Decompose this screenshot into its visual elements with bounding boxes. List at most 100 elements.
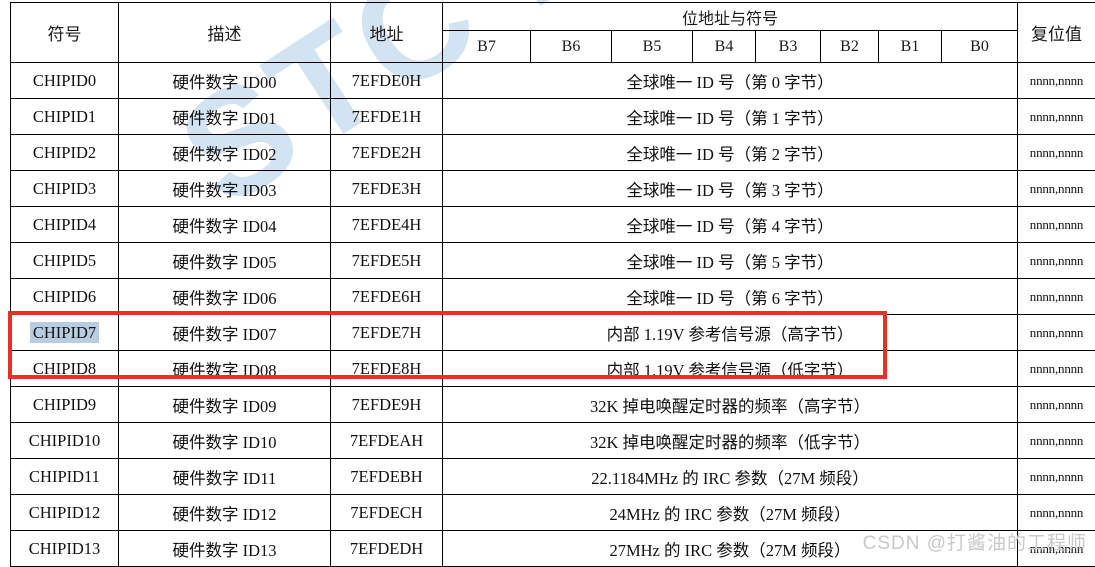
cell-symbol[interactable]: CHIPID2 <box>11 135 119 171</box>
cell-bit-description[interactable]: 全球唯一 ID 号（第 3 字节） <box>443 171 1018 207</box>
cell-bit-description[interactable]: 32K 掉电唤醒定时器的频率（高字节） <box>443 387 1018 423</box>
table-row[interactable]: CHIPID4硬件数字 ID047EFDE4H全球唯一 ID 号（第 4 字节）… <box>11 207 1095 243</box>
cell-symbol[interactable]: CHIPID7 <box>11 315 119 351</box>
cell-bit-description[interactable]: 27MHz 的 IRC 参数（27M 频段） <box>443 531 1018 567</box>
cell-address[interactable]: 7EFDE5H <box>331 243 443 279</box>
cell-reset-value[interactable]: nnnn,nnnn <box>1018 423 1095 459</box>
cell-address[interactable]: 7EFDE7H <box>331 315 443 351</box>
column-header-description: 描述 <box>119 3 331 63</box>
table-row[interactable]: CHIPID11硬件数字 ID117EFDEBH22.1184MHz 的 IRC… <box>11 459 1095 495</box>
table-row[interactable]: CHIPID3硬件数字 ID037EFDE3H全球唯一 ID 号（第 3 字节）… <box>11 171 1095 207</box>
cell-reset-value[interactable]: nnnn,nnnn <box>1018 207 1095 243</box>
column-header-symbol: 符号 <box>11 3 119 63</box>
cell-symbol[interactable]: CHIPID5 <box>11 243 119 279</box>
table-row[interactable]: CHIPID5硬件数字 ID057EFDE5H全球唯一 ID 号（第 5 字节）… <box>11 243 1095 279</box>
cell-description[interactable]: 硬件数字 ID00 <box>119 63 331 99</box>
cell-bit-description[interactable]: 全球唯一 ID 号（第 5 字节） <box>443 243 1018 279</box>
cell-reset-value[interactable]: nnnn,nnnn <box>1018 279 1095 315</box>
cell-symbol[interactable]: CHIPID9 <box>11 387 119 423</box>
cell-reset-value[interactable]: nnnn,nnnn <box>1018 171 1095 207</box>
cell-reset-value[interactable]: nnnn,nnnn <box>1018 387 1095 423</box>
cell-reset-value[interactable]: nnnn,nnnn <box>1018 99 1095 135</box>
cell-address[interactable]: 7EFDECH <box>331 495 443 531</box>
cell-bit-description[interactable]: 全球唯一 ID 号（第 2 字节） <box>443 135 1018 171</box>
cell-bit-description[interactable]: 全球唯一 ID 号（第 1 字节） <box>443 99 1018 135</box>
table-row[interactable]: CHIPID9硬件数字 ID097EFDE9H32K 掉电唤醒定时器的频率（高字… <box>11 387 1095 423</box>
column-header-bit-b4: B4 <box>693 31 756 63</box>
table-row[interactable]: CHIPID0硬件数字 ID007EFDE0H全球唯一 ID 号（第 0 字节）… <box>11 63 1095 99</box>
cell-reset-value[interactable]: nnnn,nnnn <box>1018 495 1095 531</box>
table-header-row-top: 符号 描述 地址 位地址与符号 复位值 <box>11 3 1095 31</box>
cell-reset-value[interactable]: nnnn,nnnn <box>1018 459 1095 495</box>
cell-address[interactable]: 7EFDEBH <box>331 459 443 495</box>
cell-description[interactable]: 硬件数字 ID02 <box>119 135 331 171</box>
cell-symbol[interactable]: CHIPID0 <box>11 63 119 99</box>
cell-bit-description[interactable]: 全球唯一 ID 号（第 4 字节） <box>443 207 1018 243</box>
register-table-container: 符号 描述 地址 位地址与符号 复位值 B7 B6 B5 B4 B3 B2 B1… <box>10 2 1085 567</box>
cell-description[interactable]: 硬件数字 ID10 <box>119 423 331 459</box>
cell-symbol[interactable]: CHIPID12 <box>11 495 119 531</box>
cell-symbol[interactable]: CHIPID13 <box>11 531 119 567</box>
cell-symbol[interactable]: CHIPID11 <box>11 459 119 495</box>
table-header: 符号 描述 地址 位地址与符号 复位值 B7 B6 B5 B4 B3 B2 B1… <box>11 3 1095 63</box>
cell-bit-description[interactable]: 全球唯一 ID 号（第 6 字节） <box>443 279 1018 315</box>
cell-description[interactable]: 硬件数字 ID08 <box>119 351 331 387</box>
cell-bit-description[interactable]: 内部 1.19V 参考信号源（高字节） <box>443 315 1018 351</box>
cell-reset-value[interactable]: nnnn,nnnn <box>1018 351 1095 387</box>
cell-reset-value[interactable]: nnnn,nnnn <box>1018 315 1095 351</box>
cell-address[interactable]: 7EFDEAH <box>331 423 443 459</box>
table-row[interactable]: CHIPID7硬件数字 ID077EFDE7H内部 1.19V 参考信号源（高字… <box>11 315 1095 351</box>
cell-bit-description[interactable]: 内部 1.19V 参考信号源（低字节） <box>443 351 1018 387</box>
cell-address[interactable]: 7EFDE1H <box>331 99 443 135</box>
cell-description[interactable]: 硬件数字 ID11 <box>119 459 331 495</box>
column-header-bit-b2: B2 <box>821 31 879 63</box>
cell-bit-description[interactable]: 32K 掉电唤醒定时器的频率（低字节） <box>443 423 1018 459</box>
cell-bit-description[interactable]: 全球唯一 ID 号（第 0 字节） <box>443 63 1018 99</box>
table-row[interactable]: CHIPID2硬件数字 ID027EFDE2H全球唯一 ID 号（第 2 字节）… <box>11 135 1095 171</box>
table-row[interactable]: CHIPID8硬件数字 ID087EFDE8H内部 1.19V 参考信号源（低字… <box>11 351 1095 387</box>
cell-address[interactable]: 7EFDE0H <box>331 63 443 99</box>
cell-description[interactable]: 硬件数字 ID04 <box>119 207 331 243</box>
column-header-bit-b7: B7 <box>443 31 531 63</box>
table-row[interactable]: CHIPID10硬件数字 ID107EFDEAH32K 掉电唤醒定时器的频率（低… <box>11 423 1095 459</box>
cell-reset-value[interactable]: nnnn,nnnn <box>1018 243 1095 279</box>
table-row[interactable]: CHIPID6硬件数字 ID067EFDE6H全球唯一 ID 号（第 6 字节）… <box>11 279 1095 315</box>
table-row[interactable]: CHIPID13硬件数字 ID137EFDEDH27MHz 的 IRC 参数（2… <box>11 531 1095 567</box>
column-header-bit-b6: B6 <box>531 31 612 63</box>
cell-description[interactable]: 硬件数字 ID01 <box>119 99 331 135</box>
cell-description[interactable]: 硬件数字 ID05 <box>119 243 331 279</box>
cell-symbol[interactable]: CHIPID3 <box>11 171 119 207</box>
cell-description[interactable]: 硬件数字 ID13 <box>119 531 331 567</box>
cell-address[interactable]: 7EFDE3H <box>331 171 443 207</box>
cell-address[interactable]: 7EFDE6H <box>331 279 443 315</box>
cell-description[interactable]: 硬件数字 ID03 <box>119 171 331 207</box>
cell-symbol[interactable]: CHIPID4 <box>11 207 119 243</box>
cell-address[interactable]: 7EFDE9H <box>331 387 443 423</box>
cell-description[interactable]: 硬件数字 ID12 <box>119 495 331 531</box>
column-header-reset-value: 复位值 <box>1018 3 1095 63</box>
cell-reset-value[interactable]: nnnn,nnnn <box>1018 63 1095 99</box>
column-header-bit-group: 位地址与符号 <box>443 3 1018 31</box>
cell-description[interactable]: 硬件数字 ID09 <box>119 387 331 423</box>
cell-bit-description[interactable]: 24MHz 的 IRC 参数（27M 频段） <box>443 495 1018 531</box>
table-row[interactable]: CHIPID1硬件数字 ID017EFDE1H全球唯一 ID 号（第 1 字节）… <box>11 99 1095 135</box>
cell-symbol[interactable]: CHIPID8 <box>11 351 119 387</box>
cell-address[interactable]: 7EFDE4H <box>331 207 443 243</box>
cell-description[interactable]: 硬件数字 ID07 <box>119 315 331 351</box>
cell-description[interactable]: 硬件数字 ID06 <box>119 279 331 315</box>
column-header-bit-b1: B1 <box>879 31 942 63</box>
table-row[interactable]: CHIPID12硬件数字 ID127EFDECH24MHz 的 IRC 参数（2… <box>11 495 1095 531</box>
column-header-bit-b0: B0 <box>942 31 1018 63</box>
cell-reset-value[interactable]: nnnn,nnnn <box>1018 531 1095 567</box>
cell-address[interactable]: 7EFDEDH <box>331 531 443 567</box>
cell-symbol[interactable]: CHIPID1 <box>11 99 119 135</box>
column-header-bit-b5: B5 <box>612 31 693 63</box>
cell-address[interactable]: 7EFDE8H <box>331 351 443 387</box>
column-header-address: 地址 <box>331 3 443 63</box>
chipid-register-table: 符号 描述 地址 位地址与符号 复位值 B7 B6 B5 B4 B3 B2 B1… <box>10 2 1095 567</box>
cell-symbol[interactable]: CHIPID6 <box>11 279 119 315</box>
cell-symbol[interactable]: CHIPID10 <box>11 423 119 459</box>
cell-address[interactable]: 7EFDE2H <box>331 135 443 171</box>
cell-bit-description[interactable]: 22.1184MHz 的 IRC 参数（27M 频段） <box>443 459 1018 495</box>
cell-reset-value[interactable]: nnnn,nnnn <box>1018 135 1095 171</box>
